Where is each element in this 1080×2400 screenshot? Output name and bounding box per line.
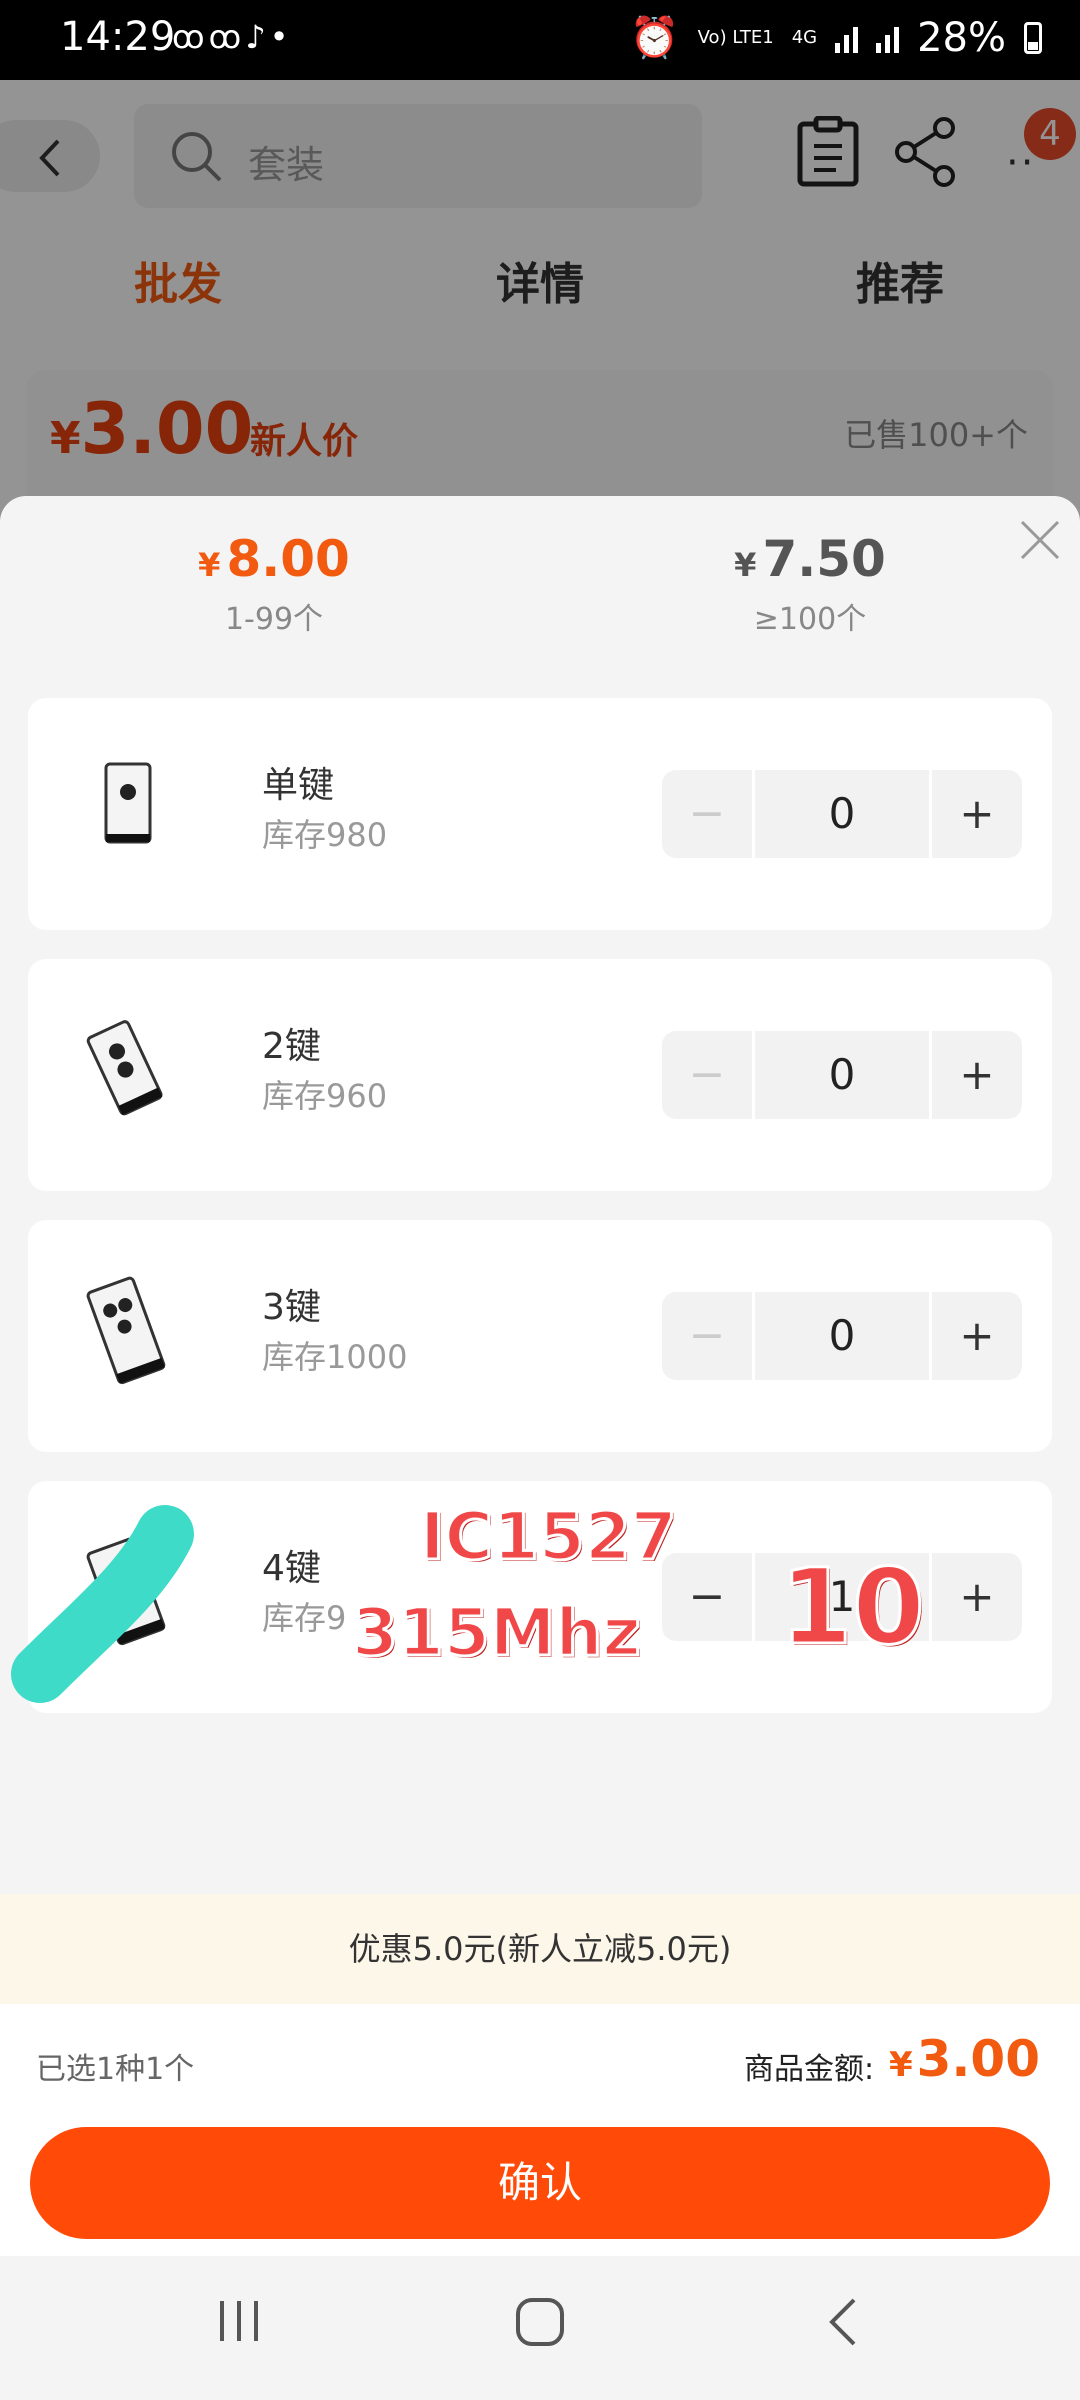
decrease-button[interactable]: − [662, 1031, 752, 1119]
sku-stock: 库存1000 [262, 1338, 408, 1376]
sku-stock: 库存960 [262, 1077, 388, 1115]
annotation-frequency: 315Mhz [351, 1593, 643, 1673]
decrease-button[interactable]: − [662, 770, 752, 858]
sku-name: 3键 [262, 1287, 321, 1328]
total-amount: ¥3.00 [888, 2030, 1040, 2088]
battery-percent: 28% [917, 14, 1006, 61]
back-nav-icon[interactable] [824, 2296, 864, 2348]
confirm-button[interactable]: 确认 [30, 2127, 1050, 2239]
tier-range: 1-99个 [224, 602, 324, 637]
quantity-value[interactable]: 0 [755, 1292, 929, 1380]
recent-apps-icon[interactable] [214, 2296, 264, 2346]
sku-name: 单键 [262, 765, 335, 806]
tier-price: ¥7.50 [734, 530, 886, 588]
sku-item-1key: 单键 库存980 − 0 + [28, 698, 1052, 930]
annotation-quantity: 10 [779, 1545, 927, 1670]
remote-2key-image [86, 1020, 163, 1116]
sku-name: 2键 [262, 1026, 321, 1067]
4g-indicator: 4G [791, 26, 818, 48]
confirm-area: 确认 [0, 2120, 1080, 2256]
close-icon[interactable] [1018, 518, 1062, 562]
tier-price: ¥8.00 [198, 530, 350, 588]
home-icon[interactable] [514, 2296, 566, 2348]
sku-stock: 库存980 [262, 816, 388, 854]
price-tier-1: ¥8.00 1-99个 [124, 530, 424, 638]
sku-item-2key: 2键 库存960 − 0 + [28, 959, 1052, 1191]
alarm-icon: ⏰ [629, 15, 680, 61]
decrease-button[interactable]: − [662, 1292, 752, 1380]
sku-stock: 库存9 [262, 1599, 347, 1637]
remote-3key-image [86, 1276, 166, 1385]
battery-icon [1024, 21, 1042, 54]
selected-count: 已选1种1个 [36, 2052, 195, 2087]
quantity-value[interactable]: 0 [755, 770, 929, 858]
volte-indicator: Vo) LTE1 [697, 26, 774, 48]
quantity-stepper: − 0 + [662, 1292, 1022, 1380]
sku-item-3key: 3键 库存1000 − 0 + [28, 1220, 1052, 1452]
increase-button[interactable]: + [932, 1292, 1022, 1380]
quantity-stepper: − 0 + [662, 1031, 1022, 1119]
signal-icon-2 [876, 23, 900, 53]
remote-1key-image [104, 762, 152, 844]
promo-banner: 优惠5.0元(新人立减5.0元) [0, 1894, 1080, 2004]
status-right: ⏰ Vo) LTE1 4G 28% [630, 14, 1042, 61]
annotation-ic: IC1527 [419, 1497, 679, 1577]
system-nav-bar [0, 2256, 1080, 2400]
price-tier-2: ¥7.50 ≥100个 [660, 530, 960, 638]
amount-label: 商品金额: [744, 2052, 875, 2087]
order-summary: 已选1种1个 商品金额: ¥3.00 [0, 2004, 1080, 2120]
increase-button[interactable]: + [932, 770, 1022, 858]
status-time: 14:29 [60, 14, 176, 60]
signal-icon [835, 23, 859, 53]
sku-name: 4键 [262, 1548, 321, 1589]
tier-range: ≥100个 [753, 602, 867, 637]
notification-icons: ꝏꝏ♪• [172, 18, 293, 56]
status-bar: 14:29 ꝏꝏ♪• ⏰ Vo) LTE1 4G 28% [0, 0, 1080, 80]
quantity-value[interactable]: 0 [755, 1031, 929, 1119]
increase-button[interactable]: + [932, 1031, 1022, 1119]
scribble-mark [11, 1505, 194, 1703]
quantity-stepper: − 0 + [662, 770, 1022, 858]
increase-button[interactable]: + [932, 1553, 1022, 1641]
sku-sheet: ¥8.00 1-99个 ¥7.50 ≥100个 单键 库存980 − 0 + 2… [0, 496, 1080, 2256]
